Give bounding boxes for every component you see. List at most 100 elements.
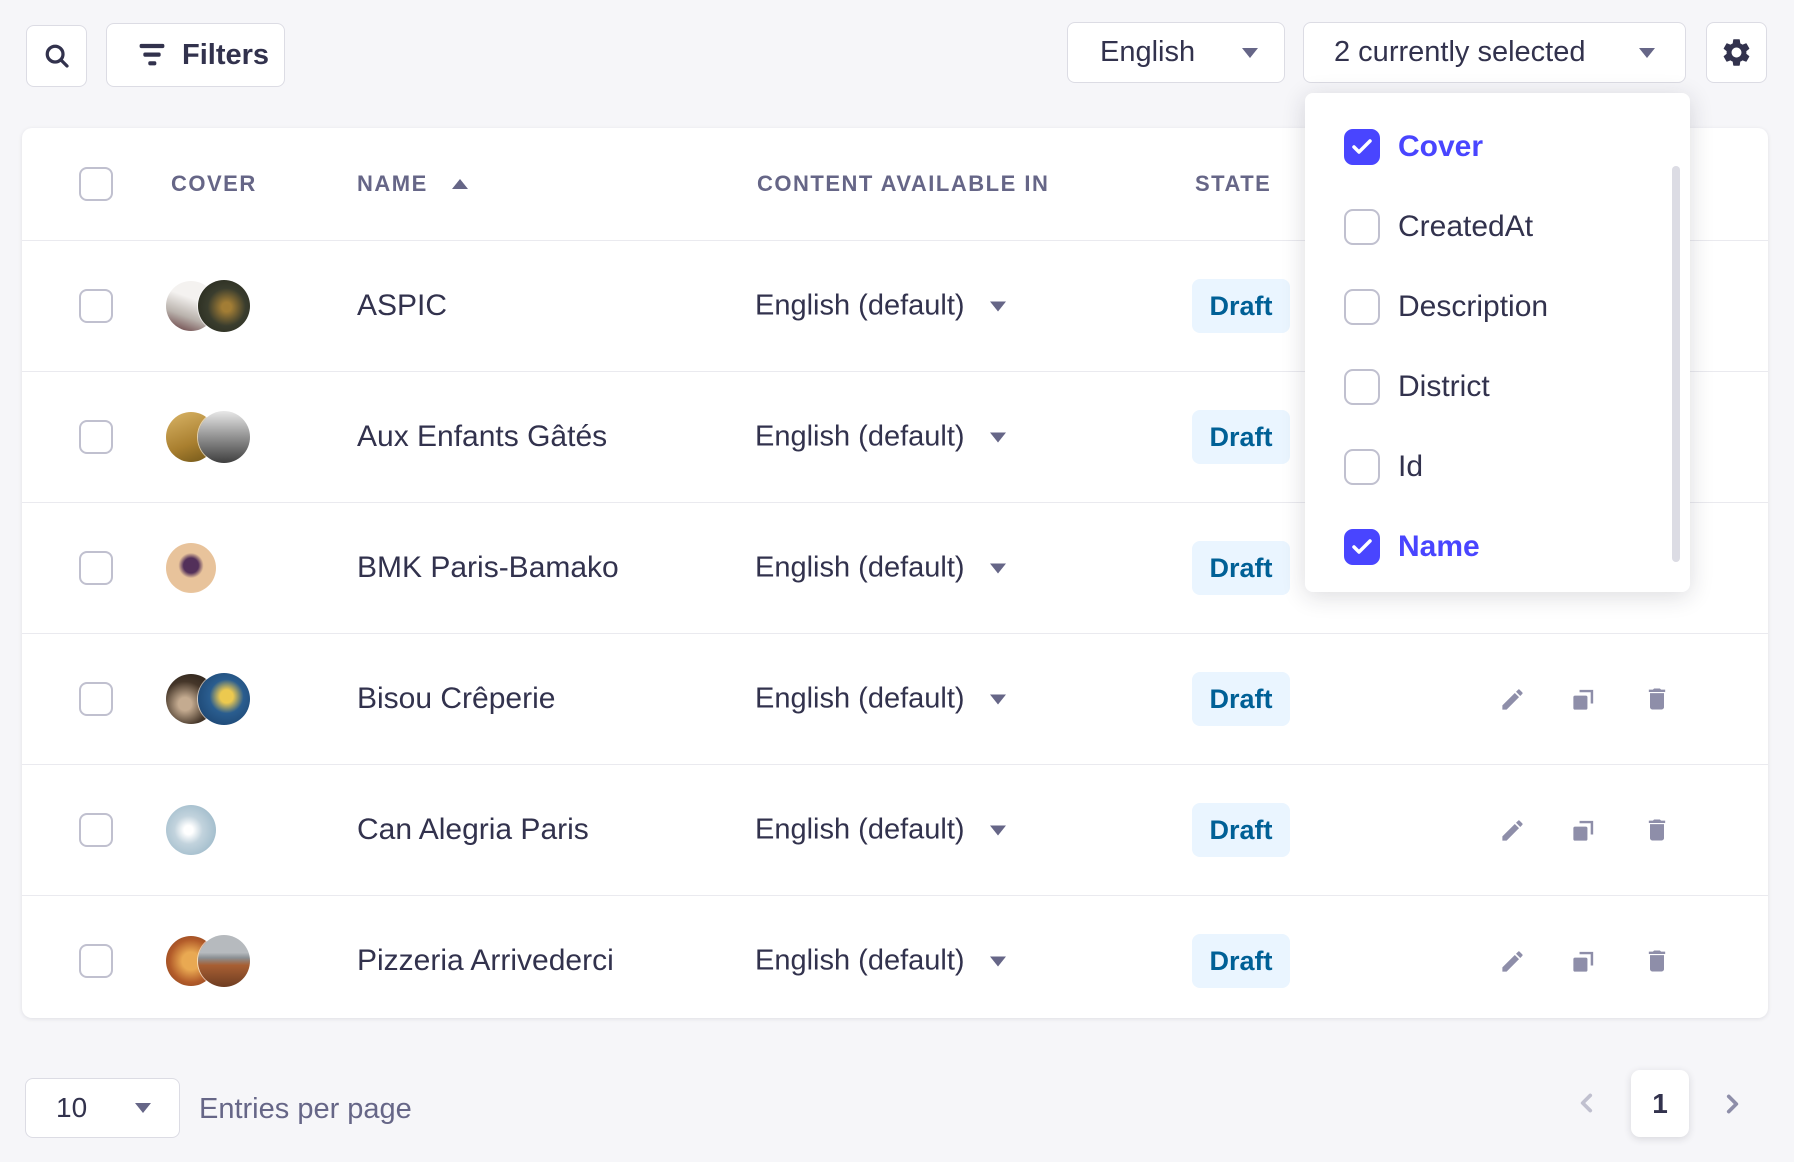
cover-avatar: [198, 411, 250, 463]
filters-button[interactable]: Filters: [106, 23, 285, 87]
previous-page-button[interactable]: [1572, 1088, 1602, 1118]
edit-button[interactable]: [1490, 939, 1534, 983]
cover-avatar: [198, 280, 250, 332]
row-checkbox[interactable]: [79, 289, 113, 323]
row-name: Pizzeria Arrivederci: [357, 944, 614, 978]
cover-avatar: [198, 673, 250, 725]
page-1-button[interactable]: 1: [1631, 1070, 1689, 1137]
chevron-down-icon: [135, 1103, 151, 1113]
edit-button[interactable]: [1490, 808, 1534, 852]
duplicate-button[interactable]: [1561, 808, 1605, 852]
row-locale-value: English (default): [755, 290, 965, 323]
column-option-cover[interactable]: Cover: [1305, 107, 1690, 187]
cover-avatar-group: [166, 934, 256, 988]
cover-avatar-group: [166, 672, 256, 726]
column-option-label: Cover: [1398, 130, 1483, 164]
checkbox-unchecked[interactable]: [1344, 369, 1380, 405]
checkbox-unchecked[interactable]: [1344, 449, 1380, 485]
checkbox-unchecked[interactable]: [1344, 289, 1380, 325]
cover-avatar-group: [166, 541, 256, 595]
locale-select-value: English: [1100, 36, 1195, 69]
cover-avatar: [198, 935, 250, 987]
columns-select[interactable]: 2 currently selected: [1303, 22, 1686, 83]
chevron-down-icon: [990, 956, 1006, 966]
cover-avatar-group: [166, 803, 256, 857]
row-locale-select[interactable]: English (default): [755, 945, 965, 978]
status-badge: Draft: [1192, 279, 1290, 333]
column-header-state: STATE: [1195, 171, 1271, 197]
column-option-label: Id: [1398, 450, 1423, 484]
row-locale-select[interactable]: English (default): [755, 814, 965, 847]
column-option-id[interactable]: Id: [1305, 427, 1690, 507]
row-checkbox[interactable]: [79, 420, 113, 454]
delete-button[interactable]: [1635, 677, 1679, 721]
table-row[interactable]: Pizzeria Arrivederci English (default) D…: [22, 895, 1768, 1026]
columns-dropdown-panel: Cover CreatedAt Description District Id …: [1305, 93, 1690, 592]
search-icon: [42, 41, 72, 71]
duplicate-button[interactable]: [1561, 677, 1605, 721]
entries-per-page-label: Entries per page: [199, 1093, 412, 1126]
chevron-down-icon: [990, 432, 1006, 442]
settings-button[interactable]: [1706, 22, 1767, 83]
checkbox-checked[interactable]: [1344, 129, 1380, 165]
filters-button-label: Filters: [182, 39, 269, 72]
filter-icon: [137, 42, 167, 68]
row-locale-select[interactable]: English (default): [755, 290, 965, 323]
page-size-value: 10: [56, 1092, 87, 1124]
column-header-name[interactable]: NAME: [357, 171, 428, 197]
row-locale-value: English (default): [755, 552, 965, 585]
cover-avatar-group: [166, 410, 256, 464]
status-badge: Draft: [1192, 672, 1290, 726]
edit-button[interactable]: [1490, 677, 1534, 721]
checkbox-unchecked[interactable]: [1344, 209, 1380, 245]
page-size-select[interactable]: 10: [25, 1078, 180, 1138]
next-page-button[interactable]: [1717, 1089, 1747, 1119]
chevron-down-icon: [990, 694, 1006, 704]
columns-select-value: 2 currently selected: [1334, 36, 1585, 69]
row-locale-select[interactable]: English (default): [755, 683, 965, 716]
dropdown-scrollbar[interactable]: [1672, 166, 1680, 562]
row-name: Aux Enfants Gâtés: [357, 420, 607, 454]
delete-button[interactable]: [1635, 808, 1679, 852]
column-option-label: District: [1398, 370, 1490, 404]
sort-ascending-icon[interactable]: [452, 179, 468, 189]
cover-avatar-group: [166, 279, 256, 333]
table-row[interactable]: Bisou Crêperie English (default) Draft: [22, 633, 1768, 764]
chevron-down-icon: [1242, 48, 1258, 58]
gear-icon: [1720, 36, 1753, 69]
locale-select[interactable]: English: [1067, 22, 1285, 83]
column-header-content-available-in: CONTENT AVAILABLE IN: [757, 171, 1049, 197]
delete-button[interactable]: [1635, 939, 1679, 983]
row-locale-select[interactable]: English (default): [755, 421, 965, 454]
status-badge: Draft: [1192, 541, 1290, 595]
row-locale-value: English (default): [755, 421, 965, 454]
duplicate-button[interactable]: [1561, 939, 1605, 983]
cover-avatar: [166, 805, 216, 855]
row-locale-value: English (default): [755, 814, 965, 847]
row-name: ASPIC: [357, 289, 447, 323]
row-checkbox[interactable]: [79, 813, 113, 847]
chevron-down-icon: [990, 301, 1006, 311]
table-row[interactable]: Can Alegria Paris English (default) Draf…: [22, 764, 1768, 895]
column-option-label: Name: [1398, 530, 1480, 564]
row-checkbox[interactable]: [79, 551, 113, 585]
chevron-right-icon: [1719, 1091, 1745, 1117]
column-header-cover: COVER: [171, 171, 257, 197]
row-name: Can Alegria Paris: [357, 813, 589, 847]
row-checkbox[interactable]: [79, 682, 113, 716]
cover-avatar: [166, 543, 216, 593]
column-option-label: Description: [1398, 290, 1548, 324]
column-option-createdat[interactable]: CreatedAt: [1305, 187, 1690, 267]
row-checkbox[interactable]: [79, 944, 113, 978]
chevron-down-icon: [990, 563, 1006, 573]
row-locale-value: English (default): [755, 945, 965, 978]
column-option-name[interactable]: Name: [1305, 507, 1690, 587]
row-name: BMK Paris-Bamako: [357, 551, 619, 585]
column-option-district[interactable]: District: [1305, 347, 1690, 427]
select-all-checkbox[interactable]: [79, 167, 113, 201]
row-locale-select[interactable]: English (default): [755, 552, 965, 585]
status-badge: Draft: [1192, 410, 1290, 464]
column-option-description[interactable]: Description: [1305, 267, 1690, 347]
search-button[interactable]: [26, 25, 87, 87]
checkbox-checked[interactable]: [1344, 529, 1380, 565]
